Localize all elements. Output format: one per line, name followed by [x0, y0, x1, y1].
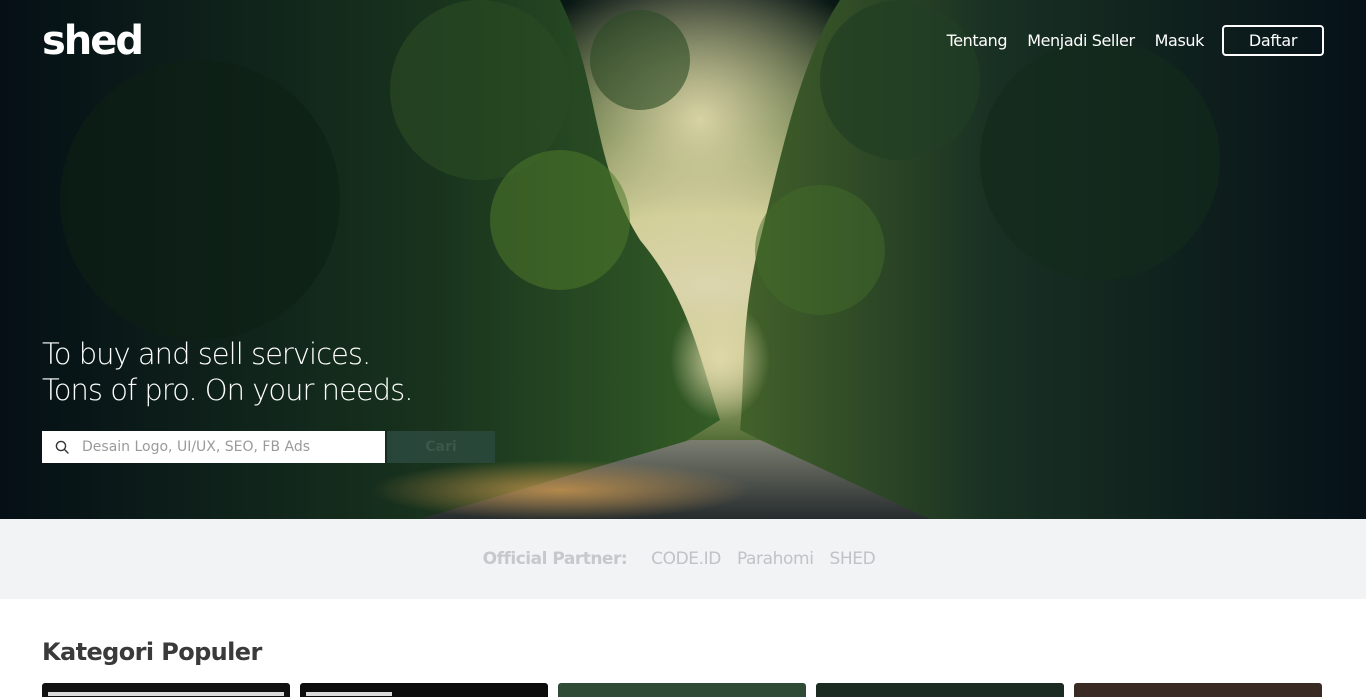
partner-shed: SHED: [829, 549, 876, 569]
nav-link-menjadi-seller[interactable]: Menjadi Seller: [1027, 31, 1135, 50]
partner-title: Official Partner:: [482, 549, 628, 569]
register-button[interactable]: Daftar: [1222, 25, 1324, 56]
category-card[interactable]: [816, 683, 1064, 697]
search-bar: Cari: [42, 431, 495, 463]
hero-headline-line-2: Tons of pro. On your needs.: [42, 373, 413, 407]
category-card-list: [42, 683, 1322, 697]
category-card[interactable]: [558, 683, 806, 697]
category-card[interactable]: [42, 683, 290, 697]
nav-link-tentang[interactable]: Tentang: [947, 31, 1008, 50]
search-box[interactable]: [42, 431, 385, 463]
brand-logo[interactable]: shed: [42, 16, 144, 66]
navbar: shed Tentang Menjadi Seller Masuk Daftar: [0, 0, 1366, 82]
official-partner-strip: Official Partner: CODE.ID Parahomi SHED: [0, 519, 1366, 599]
popular-category-title: Kategori Populer: [42, 638, 262, 666]
card-image-strip: [306, 692, 392, 696]
search-input[interactable]: [82, 432, 377, 462]
hero-headline-line-1: To buy and sell services.: [42, 337, 371, 371]
card-image-strip: [48, 692, 284, 696]
category-card[interactable]: [300, 683, 548, 697]
nav-links: Tentang Menjadi Seller Masuk Daftar: [927, 25, 1324, 56]
partner-code-id: CODE.ID: [651, 549, 721, 569]
hero-headline: To buy and sell services. Tons of pro. O…: [42, 336, 413, 408]
search-icon: [42, 431, 82, 463]
category-card[interactable]: [1074, 683, 1322, 697]
partner-parahomi: Parahomi: [736, 549, 814, 569]
nav-link-masuk[interactable]: Masuk: [1155, 31, 1205, 50]
hero-section: shed Tentang Menjadi Seller Masuk Daftar…: [0, 0, 1366, 519]
search-button[interactable]: Cari: [387, 431, 495, 463]
